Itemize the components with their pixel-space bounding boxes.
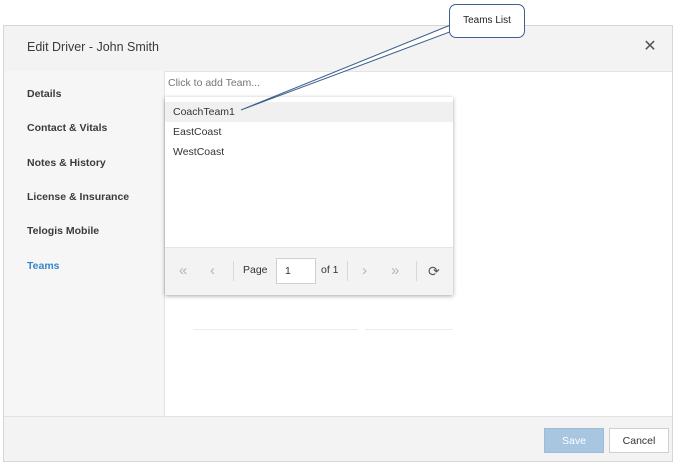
- sidebar-item-license-insurance[interactable]: License & Insurance: [27, 191, 129, 203]
- edit-driver-dialog: Edit Driver - John Smith ✕ Details Conta…: [3, 25, 673, 462]
- previous-page-icon[interactable]: ‹: [210, 262, 215, 280]
- refresh-icon[interactable]: ⟳: [428, 263, 440, 279]
- add-team-input[interactable]: [168, 77, 418, 89]
- sidebar-item-telogis-mobile[interactable]: Telogis Mobile: [27, 225, 99, 237]
- page-number-input[interactable]: [276, 258, 316, 284]
- sidebar-item-details[interactable]: Details: [27, 88, 61, 100]
- list-item-eastcoast[interactable]: EastCoast: [165, 122, 453, 142]
- pager-separator: [347, 261, 348, 281]
- list-item-coachteam1[interactable]: CoachTeam1: [165, 102, 453, 122]
- cancel-button[interactable]: Cancel: [609, 428, 669, 453]
- divider: [365, 329, 453, 330]
- close-icon[interactable]: ✕: [642, 39, 658, 55]
- list-item-westcoast[interactable]: WestCoast: [165, 142, 453, 162]
- dialog-footer: Save Cancel: [4, 416, 672, 461]
- sidebar-item-teams[interactable]: Teams: [27, 260, 60, 272]
- sidebar-item-notes-history[interactable]: Notes & History: [27, 157, 106, 169]
- sidebar: Details Contact & Vitals Notes & History…: [4, 71, 165, 416]
- dialog-header: Edit Driver - John Smith ✕: [4, 26, 672, 72]
- next-page-icon[interactable]: ›: [362, 262, 367, 280]
- first-page-icon[interactable]: «: [179, 262, 187, 280]
- page-count-label: of 1: [321, 264, 339, 276]
- divider: [193, 329, 358, 330]
- pager-separator: [416, 261, 417, 281]
- last-page-icon[interactable]: »: [391, 262, 399, 280]
- teams-list-dropdown: CoachTeam1 EastCoast WestCoast « ‹ Page …: [165, 97, 453, 295]
- sidebar-item-contact-vitals[interactable]: Contact & Vitals: [27, 122, 107, 134]
- teams-panel: CoachTeam1 EastCoast WestCoast « ‹ Page …: [165, 71, 672, 416]
- page-label: Page: [243, 264, 268, 276]
- teams-list-callout: Teams List: [449, 4, 525, 38]
- dialog-title: Edit Driver - John Smith: [27, 40, 159, 54]
- pagination-toolbar: « ‹ Page of 1 › » ⟳: [165, 247, 453, 295]
- pager-separator: [233, 261, 234, 281]
- save-button[interactable]: Save: [544, 428, 604, 453]
